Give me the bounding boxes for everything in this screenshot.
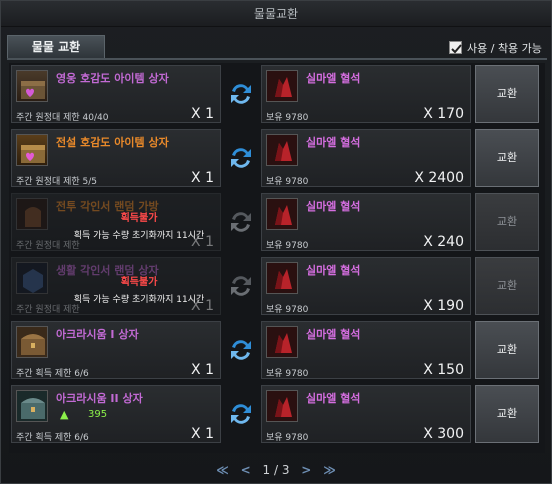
- source-limit: 주간 획득 제한 6/6: [16, 433, 89, 443]
- owned-count: 보유 9780: [266, 241, 309, 251]
- heart-chest-icon: [16, 134, 48, 166]
- barter-row: 생활 각인서 랜덤 상자 주간 원정대 제한 X 1 획득불가 획득 가능 수량…: [9, 255, 545, 317]
- source-quantity: X 1: [191, 170, 214, 186]
- blood-crystal-icon: [266, 134, 298, 166]
- source-item[interactable]: 전설 호감도 아이템 상자 주간 원정대 제한 5/5 X 1: [11, 129, 221, 187]
- unavailable-label: 획득불가: [120, 277, 158, 288]
- target-item-name: 실마엘 혈석: [306, 72, 361, 85]
- target-item-name: 실마엘 혈석: [306, 136, 361, 149]
- locked-overlay: 획득불가 획득 가능 수량 초기화까지 11시간: [49, 273, 229, 305]
- target-item[interactable]: 실마엘 혈석 보유 9780 X 300: [261, 385, 471, 443]
- target-quantity: X 300: [423, 426, 464, 442]
- source-limit: 주간 원정대 제한 40/40: [16, 113, 109, 123]
- locked-overlay: 획득불가 획득 가능 수량 초기화까지 11시간: [49, 209, 229, 241]
- exchange-arrow-icon: [231, 212, 251, 232]
- last-page-button[interactable]: ≫: [323, 463, 336, 477]
- chest-icon: [16, 390, 48, 422]
- next-page-button[interactable]: >: [301, 463, 311, 477]
- target-quantity: X 170: [423, 106, 464, 122]
- barter-window: 물물교환 물물 교환 사용 / 착용 가능 영웅 호감도 아이템 상자 주간 원…: [0, 0, 552, 484]
- owned-count: 보유 9780: [266, 369, 309, 379]
- target-quantity: X 190: [423, 298, 464, 314]
- target-item-name: 실마엘 혈석: [306, 200, 361, 213]
- source-limit: 주간 원정대 제한 5/5: [16, 177, 98, 187]
- source-item-name: 전설 호감도 아이템 상자: [56, 136, 169, 149]
- exchange-button[interactable]: 교환: [475, 321, 539, 379]
- engraving-box-icon: [16, 262, 48, 294]
- target-quantity: X 2400: [414, 170, 464, 186]
- usable-checkbox[interactable]: [449, 41, 462, 54]
- exchange-arrow-icon: [231, 404, 251, 424]
- owned-extra-count: 395: [88, 409, 108, 420]
- upgrade-arrow-icon: ▲: [60, 408, 69, 421]
- exchange-arrow-icon: [231, 148, 251, 168]
- source-item[interactable]: 아크라시움 I 상자 주간 획득 제한 6/6 X 1: [11, 321, 221, 379]
- target-quantity: X 240: [423, 234, 464, 250]
- source-item-name: 영웅 호감도 아이템 상자: [56, 72, 169, 85]
- source-item-name: 아크라시움 II 상자: [56, 392, 143, 405]
- barter-row: 아크라시움 II 상자 ▲ 395 주간 획득 제한 6/6 X 1 실마엘 혈…: [9, 383, 545, 445]
- blood-crystal-icon: [266, 326, 298, 358]
- exchange-arrow-icon: [231, 276, 251, 296]
- target-item[interactable]: 실마엘 혈석 보유 9780 X 150: [261, 321, 471, 379]
- heart-chest-icon: [16, 70, 48, 102]
- owned-count: 보유 9780: [266, 433, 309, 443]
- owned-count: 보유 9780: [266, 305, 309, 315]
- target-item[interactable]: 실마엘 혈석 보유 9780 X 2400: [261, 129, 471, 187]
- page-indicator: 1 / 3: [262, 463, 290, 477]
- exchange-button[interactable]: 교환: [475, 65, 539, 123]
- source-item[interactable]: 아크라시움 II 상자 ▲ 395 주간 획득 제한 6/6 X 1: [11, 385, 221, 443]
- source-quantity: X 1: [191, 426, 214, 442]
- barter-row: 전투 각인서 랜덤 가방 주간 원정대 제한 X 1 획득불가 획득 가능 수량…: [9, 191, 545, 253]
- source-quantity: X 1: [191, 106, 214, 122]
- target-quantity: X 150: [423, 362, 464, 378]
- barter-row: 전설 호감도 아이템 상자 주간 원정대 제한 5/5 X 1 실마엘 혈석 보…: [9, 127, 545, 189]
- exchange-arrow-icon: [231, 84, 251, 104]
- blood-crystal-icon: [266, 262, 298, 294]
- tab-underline: [7, 58, 547, 60]
- barter-row: 영웅 호감도 아이템 상자 주간 원정대 제한 40/40 X 1 실마엘 혈석…: [9, 63, 545, 125]
- barter-row: 아크라시움 I 상자 주간 획득 제한 6/6 X 1 실마엘 혈석 보유 97…: [9, 319, 545, 381]
- pagination: ≪ < 1 / 3 > ≫: [1, 463, 551, 477]
- engraving-bag-icon: [16, 198, 48, 230]
- blood-crystal-icon: [266, 390, 298, 422]
- blood-crystal-icon: [266, 70, 298, 102]
- check-icon: [451, 44, 462, 54]
- blood-crystal-icon: [266, 198, 298, 230]
- usable-checkbox-label[interactable]: 사용 / 착용 가능: [467, 40, 542, 56]
- owned-count: 보유 9780: [266, 113, 309, 123]
- target-item-name: 실마엘 혈석: [306, 264, 361, 277]
- chest-icon: [16, 326, 48, 358]
- exchange-button[interactable]: 교환: [475, 193, 539, 251]
- source-limit: 주간 획득 제한 6/6: [16, 369, 89, 379]
- target-item-name: 실마엘 혈석: [306, 392, 361, 405]
- barter-list: 영웅 호감도 아이템 상자 주간 원정대 제한 40/40 X 1 실마엘 혈석…: [9, 63, 545, 453]
- exchange-button[interactable]: 교환: [475, 385, 539, 443]
- first-page-button[interactable]: ≪: [216, 463, 229, 477]
- exchange-arrow-icon: [231, 340, 251, 360]
- source-quantity: X 1: [191, 362, 214, 378]
- source-item[interactable]: 영웅 호감도 아이템 상자 주간 원정대 제한 40/40 X 1: [11, 65, 221, 123]
- target-item[interactable]: 실마엘 혈석 보유 9780 X 170: [261, 65, 471, 123]
- exchange-button[interactable]: 교환: [475, 257, 539, 315]
- exchange-button[interactable]: 교환: [475, 129, 539, 187]
- target-item-name: 실마엘 혈석: [306, 328, 361, 341]
- unavailable-label: 획득불가: [120, 213, 158, 224]
- target-item[interactable]: 실마엘 혈석 보유 9780 X 190: [261, 257, 471, 315]
- reset-timer-text: 획득 가능 수량 초기화까지 11시간: [73, 295, 205, 305]
- tab-barter[interactable]: 물물 교환: [7, 35, 105, 59]
- reset-timer-text: 획득 가능 수량 초기화까지 11시간: [73, 231, 205, 241]
- prev-page-button[interactable]: <: [241, 463, 251, 477]
- window-title: 물물교환: [1, 1, 551, 27]
- owned-count: 보유 9780: [266, 177, 309, 187]
- target-item[interactable]: 실마엘 혈석 보유 9780 X 240: [261, 193, 471, 251]
- source-item-name: 아크라시움 I 상자: [56, 328, 139, 341]
